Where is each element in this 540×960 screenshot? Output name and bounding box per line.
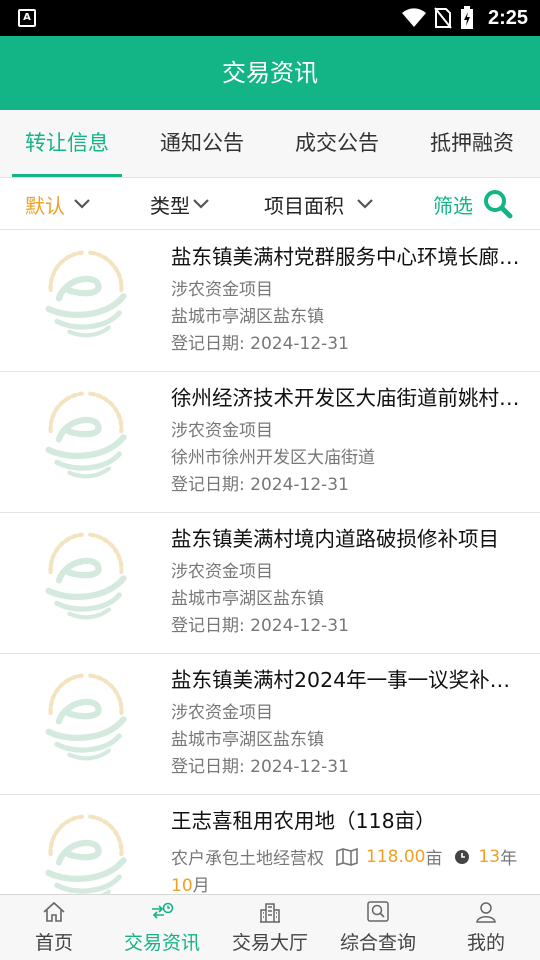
tab-notices[interactable]: 通知公告 — [148, 110, 256, 178]
type-dropdown[interactable]: 类型 — [150, 178, 210, 230]
area-dropdown[interactable]: 项目面积 — [264, 178, 374, 230]
sort-default-dropdown[interactable]: 默认 — [25, 178, 91, 230]
bottom-nav: 首页 交易资讯 交易大厅 综合查询 我的 — [0, 894, 540, 960]
tab-transfer-info[interactable]: 转让信息 — [12, 110, 122, 178]
type-label: 类型 — [150, 193, 190, 218]
item-title: 王志喜租用农用地（118亩） — [171, 809, 436, 833]
logo-thumbnail — [34, 236, 138, 340]
item-category: 涉农资金项目 — [171, 421, 273, 441]
area-value: 118.00 — [366, 846, 426, 867]
exchange-icon — [152, 902, 174, 919]
item-category: 涉农资金项目 — [171, 562, 273, 582]
term-months-row: 10月 — [171, 871, 210, 894]
item-date: 登记日期: 2024-12-31 — [171, 475, 349, 495]
nav-mine[interactable]: 我的 — [432, 895, 540, 960]
tab-deal-announcements[interactable]: 成交公告 — [283, 110, 391, 178]
item-location: 徐州市徐州开发区大庙街道 — [171, 448, 375, 468]
nav-trade-news[interactable]: 交易资讯 — [108, 895, 216, 960]
item-category: 农户承包土地经营权 — [171, 849, 324, 869]
status-bar: A 2:25 — [0, 0, 540, 36]
item-date: 登记日期: 2024-12-31 — [171, 757, 349, 777]
area-label: 项目面积 — [264, 193, 344, 218]
listing-list: 盐东镇美满村党群服务中心环境长廊建设项目 涉农资金项目 盐城市亭湖区盐东镇 登记… — [0, 230, 540, 894]
filter-button[interactable]: 筛选 — [433, 178, 513, 230]
item-date: 登记日期: 2024-12-31 — [171, 616, 349, 636]
clock: 2:25 — [487, 6, 528, 29]
list-item[interactable]: 盐东镇美满村境内道路破损修补项目 涉农资金项目 盐城市亭湖区盐东镇 登记日期: … — [0, 512, 540, 654]
nav-label: 首页 — [34, 932, 73, 954]
logo-thumbnail — [34, 518, 138, 622]
logo-thumbnail — [34, 800, 138, 894]
logo-thumbnail — [34, 377, 138, 481]
no-sim-icon — [434, 7, 452, 29]
page-title: 交易资讯 — [0, 36, 540, 110]
area-unit: 亩 — [425, 849, 443, 869]
list-item[interactable]: 盐东镇美满村2024年一事一议奖补项目 涉农资金项目 盐城市亭湖区盐东镇 登记日… — [0, 653, 540, 795]
logo-thumbnail — [34, 659, 138, 763]
nav-label: 我的 — [466, 932, 505, 954]
filter-label: 筛选 — [433, 193, 473, 218]
item-location: 盐城市亭湖区盐东镇 — [171, 307, 324, 327]
search-doc-icon — [367, 901, 389, 922]
term-months: 10 — [171, 876, 193, 894]
nav-comprehensive-query[interactable]: 综合查询 — [324, 895, 432, 960]
nav-trading-hall[interactable]: 交易大厅 — [216, 895, 324, 960]
nav-label: 交易大厅 — [231, 932, 308, 954]
nav-home[interactable]: 首页 — [0, 895, 108, 960]
list-item[interactable]: 王志喜租用农用地（118亩） 农户承包土地经营权 118.00 亩 13 年 1… — [0, 794, 540, 894]
term-years: 13 — [478, 846, 501, 867]
chevron-down-icon — [74, 199, 90, 209]
filter-bar: 默认 类型 项目面积 筛选 — [0, 178, 540, 230]
item-location: 盐城市亭湖区盐东镇 — [171, 730, 324, 750]
item-category: 涉农资金项目 — [171, 703, 273, 723]
term-years-unit: 年 — [500, 849, 518, 869]
nav-label: 综合查询 — [339, 932, 416, 954]
chevron-down-icon — [193, 199, 209, 209]
item-title: 盐东镇美满村党群服务中心环境长廊建设项目 — [171, 245, 529, 269]
item-meta: 农户承包土地经营权 118.00 亩 13 年 — [171, 844, 518, 870]
item-title: 盐东镇美满村2024年一事一议奖补项目 — [171, 668, 529, 692]
tab-mortgage-financing[interactable]: 抵押融资 — [418, 110, 526, 178]
sort-default-label: 默认 — [25, 193, 65, 218]
app-notification-icon: A — [18, 9, 36, 27]
item-date: 登记日期: 2024-12-31 — [171, 334, 349, 354]
building-icon — [260, 903, 280, 923]
battery-charging-icon — [460, 6, 473, 29]
nav-label: 交易资讯 — [123, 932, 200, 954]
person-icon — [476, 902, 496, 923]
list-item[interactable]: 徐州经济技术开发区大庙街道前姚村道路工程项目 涉农资金项目 徐州市徐州开发区大庙… — [0, 371, 540, 513]
term-months-unit: 月 — [192, 876, 210, 894]
home-icon — [43, 901, 65, 922]
list-item[interactable]: 盐东镇美满村党群服务中心环境长廊建设项目 涉农资金项目 盐城市亭湖区盐东镇 登记… — [0, 230, 540, 372]
tab-bar: 转让信息 通知公告 成交公告 抵押融资 — [0, 110, 540, 178]
item-title: 徐州经济技术开发区大庙街道前姚村道路工程项目 — [171, 386, 529, 410]
map-icon — [336, 847, 358, 866]
item-category: 涉农资金项目 — [171, 280, 273, 300]
wifi-icon — [401, 8, 426, 27]
item-location: 盐城市亭湖区盐东镇 — [171, 589, 324, 609]
item-title: 盐东镇美满村境内道路破损修补项目 — [171, 527, 499, 551]
search-icon — [484, 190, 513, 219]
chevron-down-icon — [357, 199, 373, 209]
clock-icon — [455, 849, 470, 864]
